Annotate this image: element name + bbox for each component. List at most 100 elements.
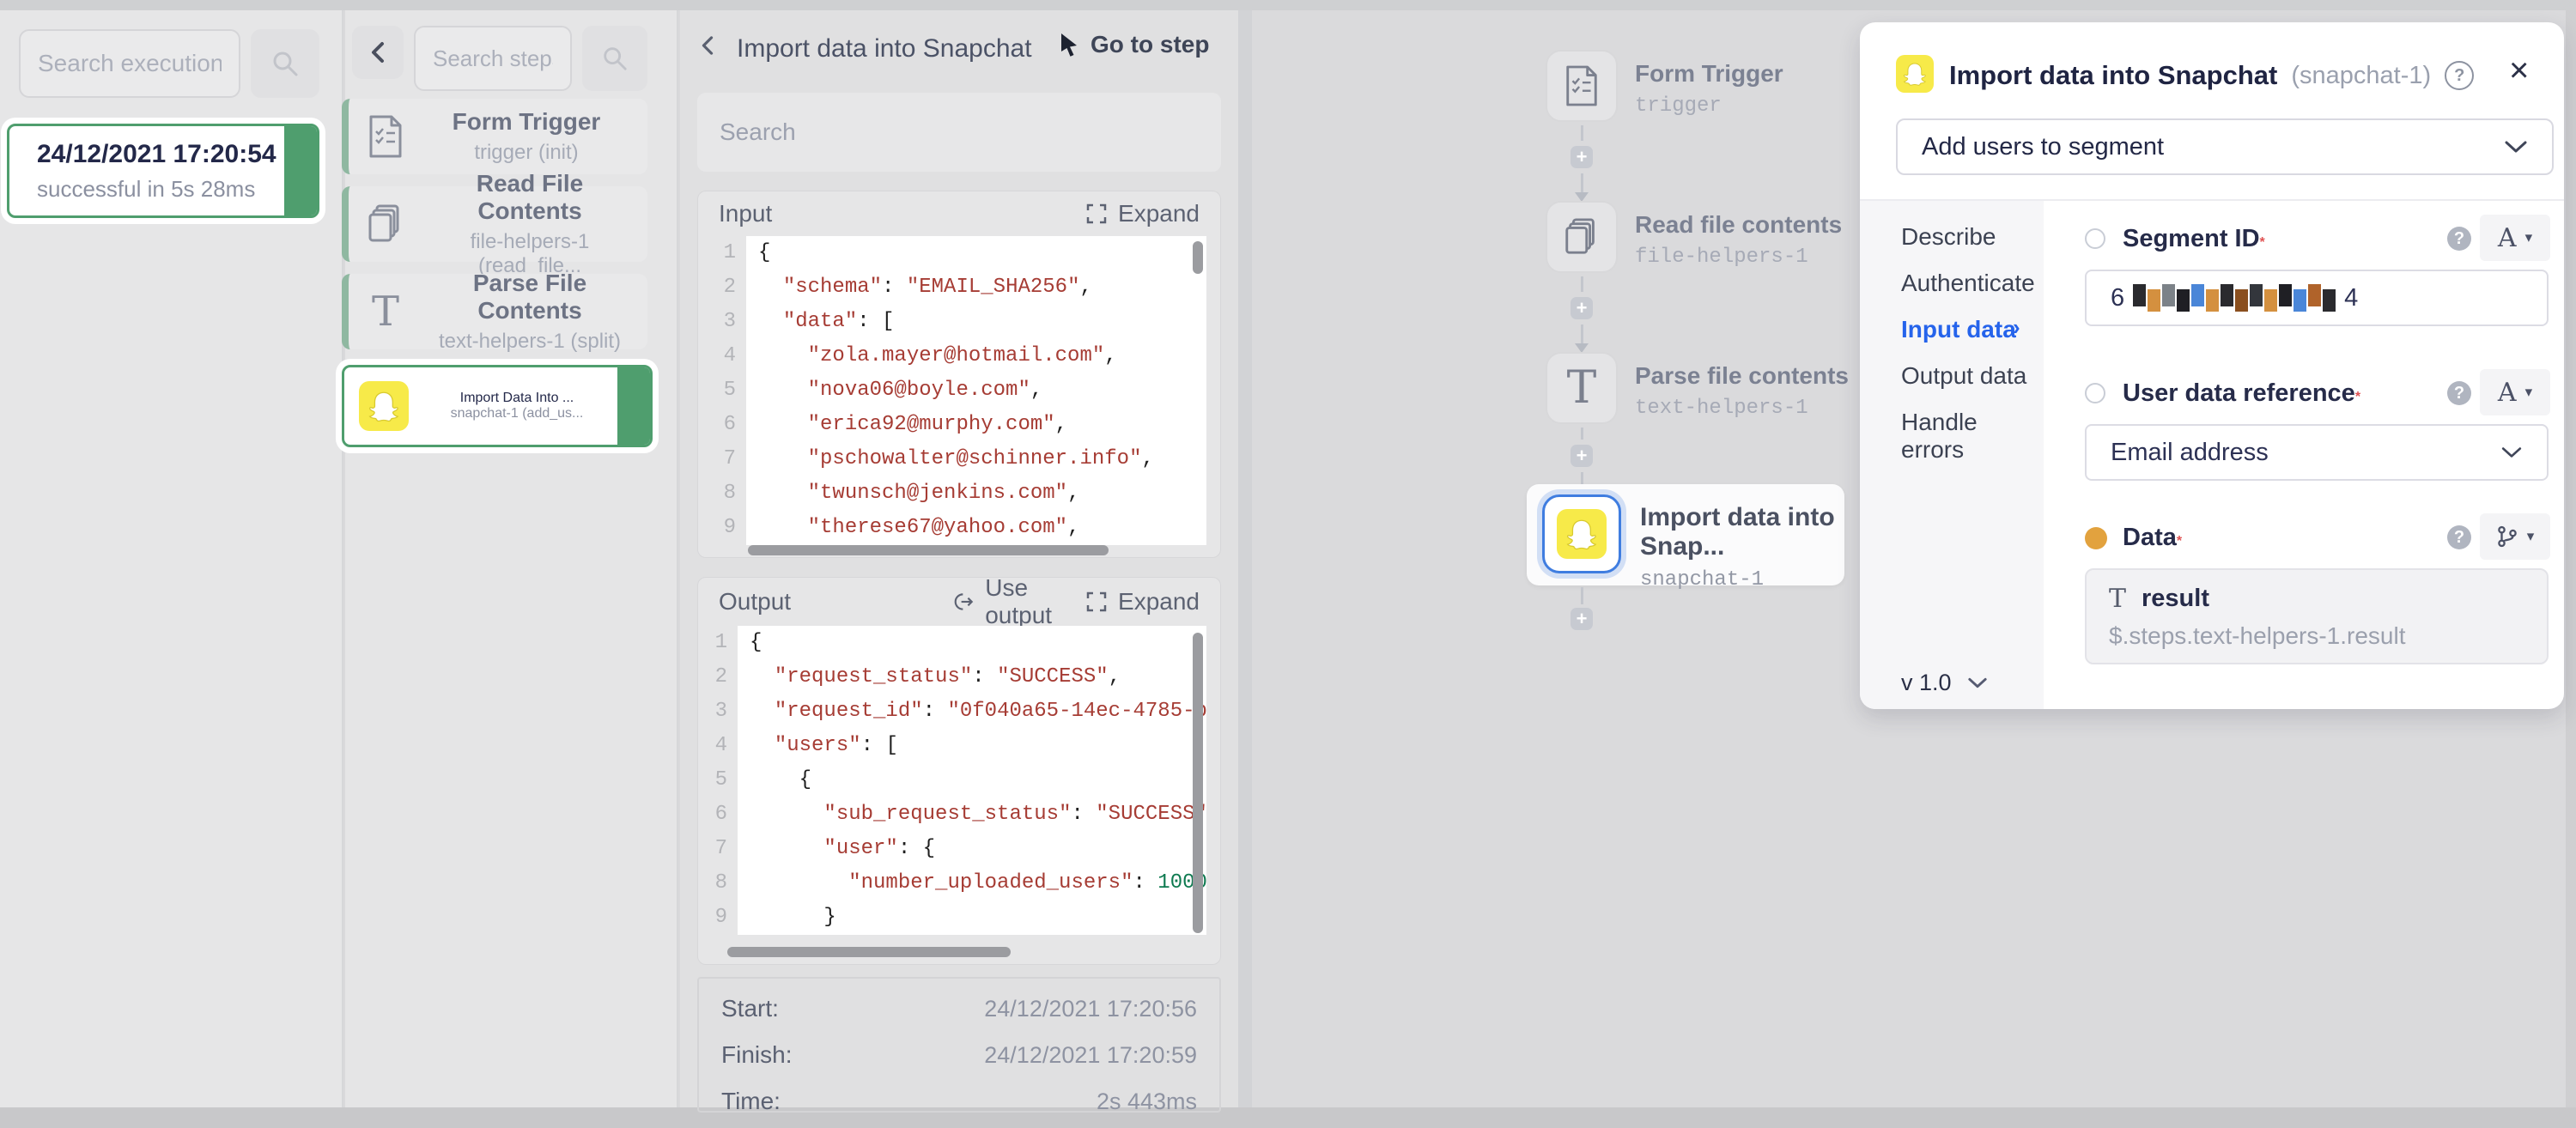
user-data-select[interactable]: Email address — [2085, 424, 2549, 481]
tab-input-data[interactable]: Input data — [1901, 316, 2016, 343]
detail-search-placeholder: Search — [697, 118, 796, 146]
output-expand-button[interactable]: Expand — [1085, 588, 1200, 616]
search-executions-button[interactable] — [251, 29, 319, 98]
add-step-button[interactable]: + — [1571, 297, 1593, 319]
output-code-hscroll-thumb[interactable] — [727, 947, 1011, 957]
output-code-block[interactable]: 1{2 "request_status": "SUCCESS",3 "reque… — [698, 626, 1206, 935]
text-tool-icon: T — [1567, 366, 1597, 410]
step-item-import-snapchat[interactable]: Import Data Into ... snapchat-1 (add_us.… — [342, 365, 653, 447]
required-asterisk: * — [2260, 235, 2265, 250]
input-code-hscroll-thumb[interactable] — [748, 545, 1109, 555]
step-subtitle: text-helpers-1 (split) — [422, 330, 637, 354]
node-subtitle: snapchat-1 — [1640, 568, 1844, 591]
input-section: Input Expand 1{2 "schema": "EMAIL_SHA256… — [697, 191, 1221, 558]
chevron-left-icon — [699, 33, 716, 58]
search-executions-input[interactable] — [19, 29, 240, 98]
detail-search-box[interactable]: Search — [697, 93, 1221, 172]
detail-panel-scrollbar[interactable] — [1238, 10, 1252, 1107]
input-code-block[interactable]: 1{2 "schema": "EMAIL_SHA256",3 "data": [… — [698, 236, 1206, 545]
node-subtitle: file-helpers-1 — [1635, 246, 1842, 269]
segment-id-input[interactable]: 6 4 — [2085, 270, 2549, 326]
caret-down-icon: ▾ — [2527, 528, 2535, 545]
step-item-form-trigger[interactable]: Form Trigger trigger (init) — [342, 99, 647, 174]
code-line: 5 "nova06@boyle.com", — [698, 373, 1206, 408]
node-title: Form Trigger — [1635, 60, 1783, 88]
code-line: 5 { — [698, 763, 1206, 797]
tab-authenticate[interactable]: Authenticate — [1901, 270, 2035, 297]
segment-type-chip[interactable]: A ▾ — [2480, 215, 2550, 261]
node-form-trigger[interactable] — [1546, 50, 1618, 122]
search-icon — [270, 49, 300, 78]
close-button[interactable]: × — [2509, 53, 2529, 88]
required-asterisk: * — [2177, 534, 2182, 549]
user-data-radio[interactable] — [2085, 383, 2105, 403]
step-subtitle: snapchat-1 (add_us... — [423, 406, 611, 421]
data-type-chip[interactable]: ▾ — [2480, 513, 2550, 560]
token-path: $.steps.text-helpers-1.result — [2109, 622, 2524, 650]
search-steps-input[interactable] — [414, 26, 572, 91]
code-line: 4 "zola.mayer@hotmail.com", — [698, 339, 1206, 373]
execution-status: successful in 5s 28ms — [37, 176, 276, 203]
add-step-button[interactable]: + — [1571, 608, 1593, 630]
collapse-steps-button[interactable] — [352, 26, 404, 79]
code-line: 2 "schema": "EMAIL_SHA256", — [698, 270, 1206, 305]
vertical-scrollbar[interactable] — [2566, 10, 2576, 1107]
output-code-vscroll-thumb[interactable] — [1193, 633, 1203, 933]
version-label: v 1.0 — [1901, 670, 1952, 696]
code-line: 8 "twunsch@jenkins.com", — [698, 476, 1206, 511]
data-token-box[interactable]: T result $.steps.text-helpers-1.result — [2085, 568, 2549, 664]
tab-describe[interactable]: Describe — [1901, 223, 1996, 251]
execution-success-band — [284, 126, 317, 215]
code-line: 7 "user": { — [698, 832, 1206, 866]
node-read-file-contents[interactable] — [1546, 201, 1618, 273]
text-type-icon: T — [2109, 584, 2126, 614]
token-name: result — [2142, 585, 2209, 613]
pages-icon — [1562, 216, 1601, 258]
expand-icon — [1085, 203, 1108, 225]
help-icon[interactable]: ? — [2445, 61, 2474, 90]
code-line: 7 "pschowalter@schinner.info", — [698, 442, 1206, 476]
chevron-down-icon — [2500, 446, 2523, 459]
horizontal-scrollbar[interactable] — [0, 1107, 2576, 1128]
step-title: Form Trigger — [422, 108, 630, 136]
user-data-type-chip[interactable]: A ▾ — [2480, 369, 2550, 415]
data-label: Data — [2123, 524, 2177, 551]
node-import-snapchat[interactable]: Import data into Snap... snapchat-1 — [1527, 484, 1844, 585]
user-data-label: User data reference — [2123, 379, 2355, 407]
tab-handle-errors[interactable]: Handle errors — [1901, 409, 2044, 464]
code-line: 9 } — [698, 901, 1206, 935]
execution-list-item[interactable]: 24/12/2021 17:20:54 successful in 5s 28m… — [7, 124, 319, 218]
search-steps-button[interactable] — [582, 26, 647, 91]
text-type-icon: A — [2498, 378, 2517, 408]
help-icon[interactable]: ? — [2447, 381, 2471, 405]
add-step-button[interactable]: + — [1571, 146, 1593, 168]
segment-id-radio[interactable] — [2085, 228, 2105, 249]
detail-title: Import data into Snapchat — [737, 34, 1032, 64]
detail-back-button[interactable] — [699, 33, 725, 67]
use-output-button[interactable]: Use output — [954, 574, 1085, 629]
step-item-read-file[interactable]: Read File Contents file-helpers-1 (read_… — [342, 186, 647, 262]
steps-panel: Form Trigger trigger (init) Read File Co… — [345, 10, 678, 1107]
segment-value-start: 6 — [2111, 284, 2124, 312]
input-expand-button[interactable]: Expand — [1085, 200, 1200, 227]
tab-active-arrow-icon: › — [2013, 314, 2020, 341]
segment-id-label: Segment ID — [2123, 225, 2260, 252]
tab-output-data[interactable]: Output data — [1901, 362, 2026, 390]
redacted-value — [2133, 287, 2336, 309]
help-icon[interactable]: ? — [2447, 525, 2471, 549]
cursor-icon — [1058, 32, 1080, 58]
start-label: Start: — [721, 995, 779, 1022]
code-line: 6 "erica92@murphy.com", — [698, 408, 1206, 442]
step-item-parse-file[interactable]: T Parse File Contents text-helpers-1 (sp… — [342, 274, 647, 349]
action-dropdown[interactable]: Add users to segment — [1896, 118, 2554, 175]
help-icon[interactable]: ? — [2447, 227, 2471, 251]
add-step-button[interactable]: + — [1571, 445, 1593, 467]
segment-value-end: 4 — [2344, 284, 2358, 312]
input-code-vscroll-thumb[interactable] — [1193, 241, 1203, 274]
output-section-label: Output — [719, 588, 791, 616]
version-selector[interactable]: v 1.0 — [1901, 670, 1988, 696]
code-line: 1{ — [698, 626, 1206, 660]
node-parse-file-contents[interactable]: T — [1546, 352, 1618, 424]
use-output-icon — [954, 591, 975, 613]
go-to-step-button[interactable]: Go to step — [1058, 31, 1209, 58]
